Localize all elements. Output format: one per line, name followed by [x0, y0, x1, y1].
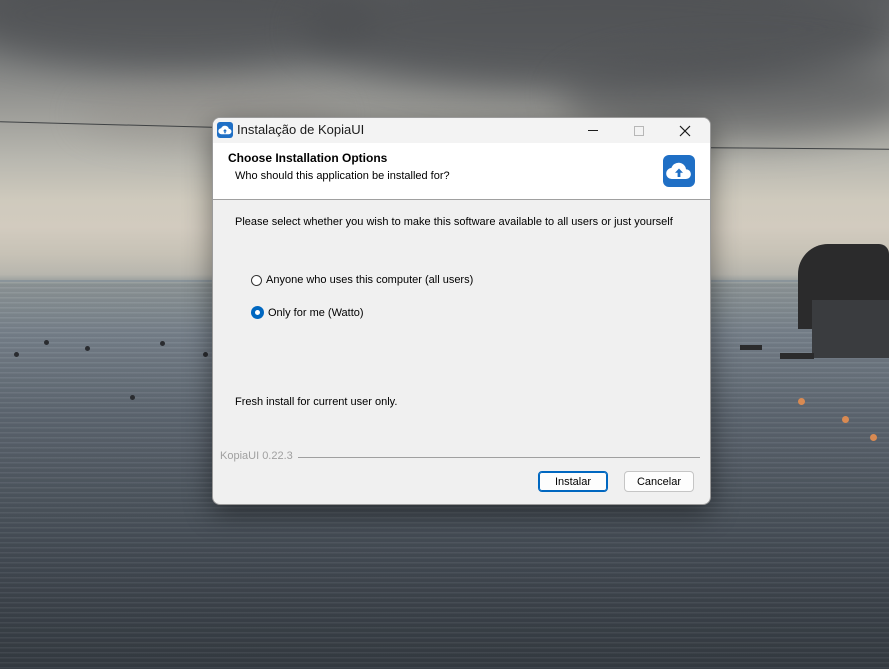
window-title: Instalação de KopiaUI	[237, 122, 365, 137]
page-subtitle: Who should this application be installed…	[235, 170, 450, 182]
version-label: KopiaUI 0.22.3	[220, 450, 297, 462]
wallpaper-buoy	[14, 352, 19, 357]
close-icon	[679, 125, 691, 136]
page-title: Choose Installation Options	[228, 151, 388, 165]
wallpaper-buoy	[160, 341, 165, 346]
radio-button-checked[interactable]	[251, 306, 264, 319]
wallpaper-buoy	[44, 340, 49, 345]
wallpaper-boat	[740, 345, 762, 350]
minimize-button[interactable]	[570, 118, 616, 143]
description-text: Please select whether you wish to make t…	[235, 216, 673, 228]
minimize-icon	[588, 130, 598, 131]
close-button[interactable]	[662, 118, 708, 143]
footer-divider	[298, 457, 700, 458]
installer-dialog: Instalação de KopiaUI Choose Installatio…	[212, 117, 711, 505]
dialog-body: Please select whether you wish to make t…	[213, 200, 710, 504]
wallpaper-buoy	[842, 416, 849, 423]
kopia-cloud-upload-icon	[217, 122, 233, 138]
title-bar[interactable]: Instalação de KopiaUI	[213, 118, 710, 143]
kopia-cloud-upload-icon	[663, 155, 695, 187]
wallpaper-buoy	[870, 434, 877, 441]
install-note: Fresh install for current user only.	[235, 396, 398, 408]
dialog-header: Choose Installation Options Who should t…	[213, 143, 710, 200]
wallpaper-buoy	[203, 352, 208, 357]
wallpaper-buoy	[130, 395, 135, 400]
radio-only-me[interactable]: Only for me (Watto)	[251, 306, 364, 319]
maximize-icon	[634, 125, 644, 136]
radio-label-all-users: Anyone who uses this computer (all users…	[266, 274, 474, 286]
wallpaper-buoy	[85, 346, 90, 351]
wallpaper-pier	[812, 300, 889, 358]
wallpaper-buoy	[798, 398, 805, 405]
radio-all-users[interactable]: Anyone who uses this computer (all users…	[251, 274, 473, 286]
install-button[interactable]: Instalar	[538, 471, 608, 492]
radio-label-only-me: Only for me (Watto)	[268, 306, 364, 319]
radio-button-unchecked[interactable]	[251, 274, 262, 286]
wallpaper-boat	[780, 353, 814, 359]
wallpaper-wire	[708, 147, 889, 150]
cancel-button[interactable]: Cancelar	[624, 471, 694, 492]
maximize-button	[616, 118, 662, 143]
